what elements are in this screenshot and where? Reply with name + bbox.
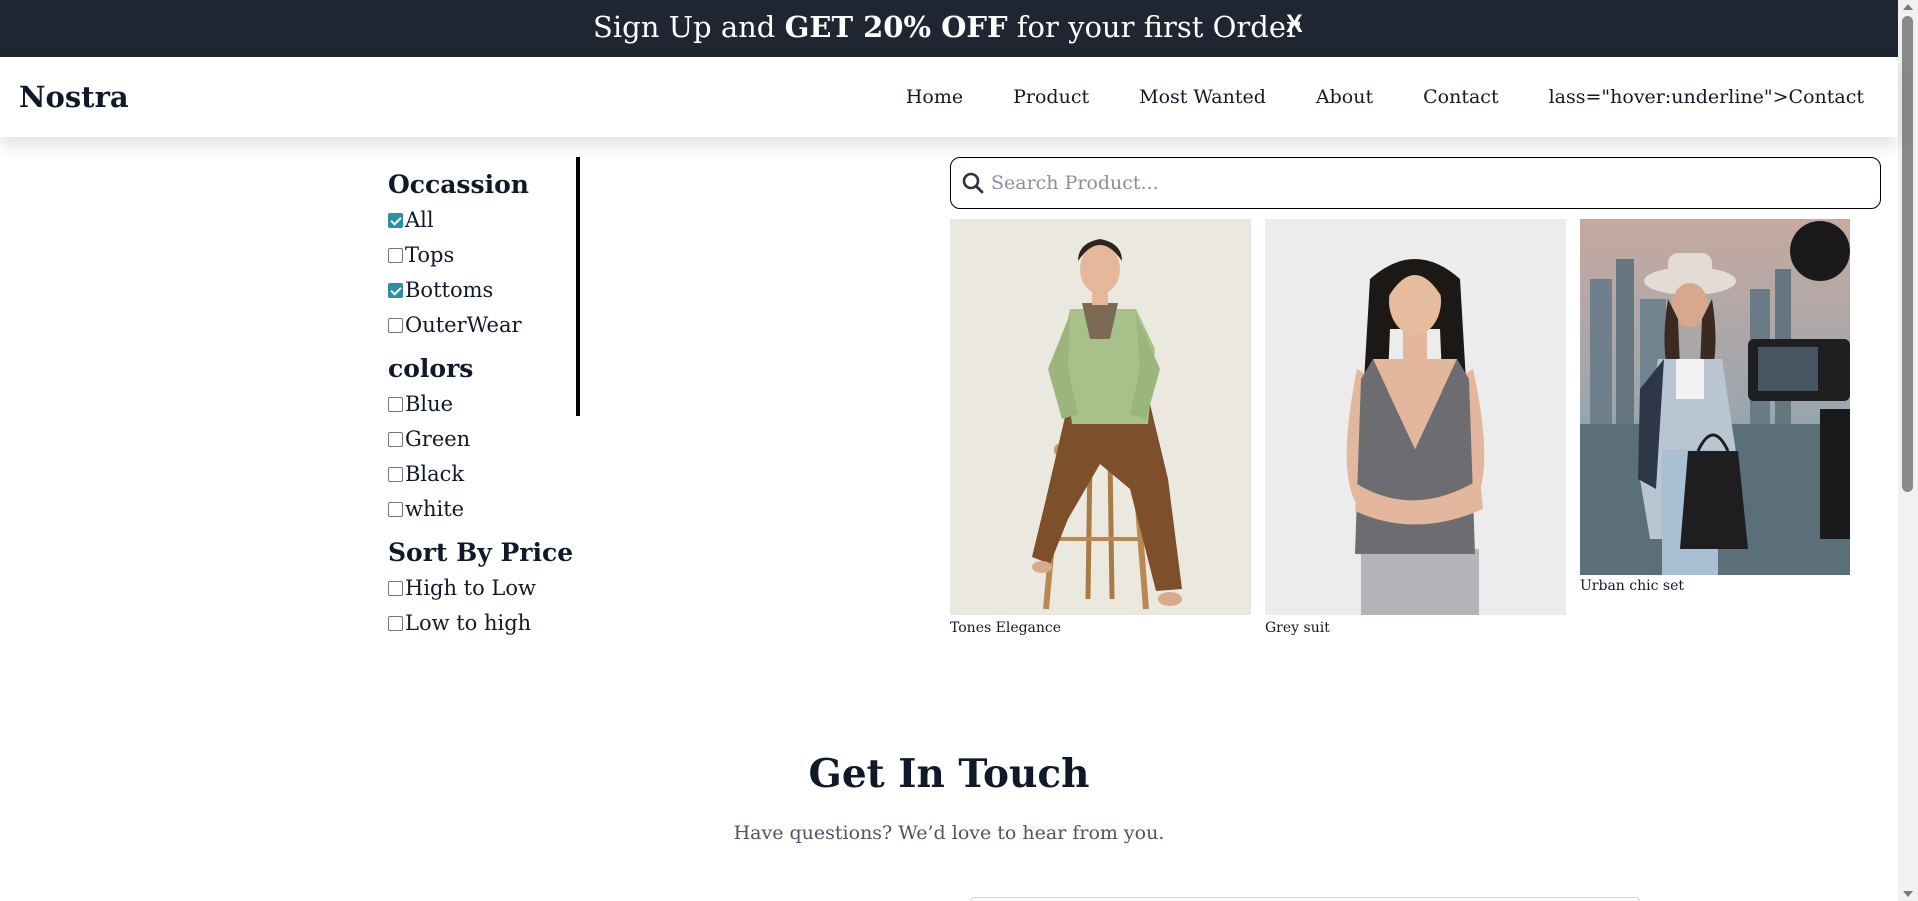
product-name: Tones Elegance: [950, 620, 1062, 636]
filter-option-white[interactable]: white: [388, 492, 582, 527]
checkbox[interactable]: [388, 248, 403, 263]
page-scrollbar[interactable]: [1898, 0, 1918, 901]
product-image: [950, 219, 1251, 615]
promo-discount: GET 20% OFF: [784, 10, 1008, 44]
filter-option-tops[interactable]: Tops: [388, 238, 582, 273]
checkbox[interactable]: [388, 283, 403, 298]
promo-banner: Sign Up and GET 20% OFF for your first O…: [0, 0, 1898, 57]
filter-option-all[interactable]: All: [388, 203, 582, 238]
scroll-up-arrow-icon[interactable]: [1903, 4, 1913, 10]
checkbox[interactable]: [388, 616, 403, 631]
product-name: Grey suit: [1265, 620, 1330, 636]
filter-option-label: High to Low: [405, 576, 536, 600]
nav-product[interactable]: Product: [1013, 84, 1089, 110]
filter-option-label: All: [405, 208, 434, 232]
scrollbar-thumb[interactable]: [1902, 16, 1913, 492]
contact-subtitle: Have questions? We’d love to hear from y…: [733, 822, 1165, 844]
product-card[interactable]: Grey suit: [1265, 219, 1566, 639]
checkbox[interactable]: [388, 318, 403, 333]
filter-sidebar: Occassion All Tops Bottoms OuterWear col…: [388, 157, 582, 641]
checkbox[interactable]: [388, 432, 403, 447]
filter-option-label: OuterWear: [405, 313, 522, 337]
search-bar: [950, 157, 1881, 209]
product-name: Urban chic set: [1580, 578, 1684, 594]
nav-contact-broken[interactable]: lass="hover:underline">Contact: [1549, 84, 1864, 110]
filter-option-label: Bottoms: [405, 278, 494, 302]
checkbox[interactable]: [388, 213, 403, 228]
sort-option-high-to-low[interactable]: High to Low: [388, 571, 582, 606]
filter-option-blue[interactable]: Blue: [388, 387, 582, 422]
site-header: Nostra Home Product Most Wanted About Co…: [0, 57, 1898, 137]
filter-option-outerwear[interactable]: OuterWear: [388, 308, 582, 343]
promo-text: Sign Up and GET 20% OFF for your first O…: [593, 9, 1300, 45]
checkbox[interactable]: [388, 502, 403, 517]
contact-form: [970, 897, 1640, 901]
filter-option-black[interactable]: Black: [388, 457, 582, 492]
checkbox[interactable]: [388, 467, 403, 482]
filter-heading-colors: colors: [388, 354, 474, 383]
nav-most-wanted[interactable]: Most Wanted: [1139, 84, 1266, 110]
product-card[interactable]: Urban chic set: [1580, 219, 1850, 599]
promo-close-button[interactable]: X: [1286, 9, 1303, 39]
product-image: [1580, 219, 1850, 575]
filter-option-label: Blue: [405, 392, 454, 416]
filter-heading-sort: Sort By Price: [388, 538, 574, 567]
nav-about[interactable]: About: [1316, 84, 1373, 110]
nav-home[interactable]: Home: [906, 84, 963, 110]
filter-option-label: Green: [405, 427, 471, 451]
logo[interactable]: Nostra: [19, 79, 129, 115]
checkbox[interactable]: [388, 581, 403, 596]
scroll-down-arrow-icon[interactable]: [1903, 891, 1913, 897]
contact-title: Get In Touch: [808, 751, 1090, 797]
search-input[interactable]: [991, 168, 1851, 198]
filter-option-label: Tops: [405, 243, 455, 267]
main-nav: Home Product Most Wanted About Contact l…: [906, 84, 1864, 110]
filter-option-label: Black: [405, 462, 465, 486]
filter-option-label: white: [405, 497, 465, 521]
sort-option-low-to-high[interactable]: Low to high: [388, 606, 582, 641]
product-card[interactable]: Tones Elegance: [950, 219, 1251, 639]
filter-option-green[interactable]: Green: [388, 422, 582, 457]
filter-option-bottoms[interactable]: Bottoms: [388, 273, 582, 308]
filter-option-label: Low to high: [405, 611, 532, 635]
promo-text-lead: Sign Up and: [593, 10, 785, 44]
filter-heading-occasion: Occassion: [388, 170, 529, 199]
checkbox[interactable]: [388, 397, 403, 412]
nav-contact[interactable]: Contact: [1423, 84, 1498, 110]
promo-text-tail: for your first Order: [1007, 10, 1300, 44]
search-icon: [962, 172, 984, 194]
product-image: [1265, 219, 1566, 615]
